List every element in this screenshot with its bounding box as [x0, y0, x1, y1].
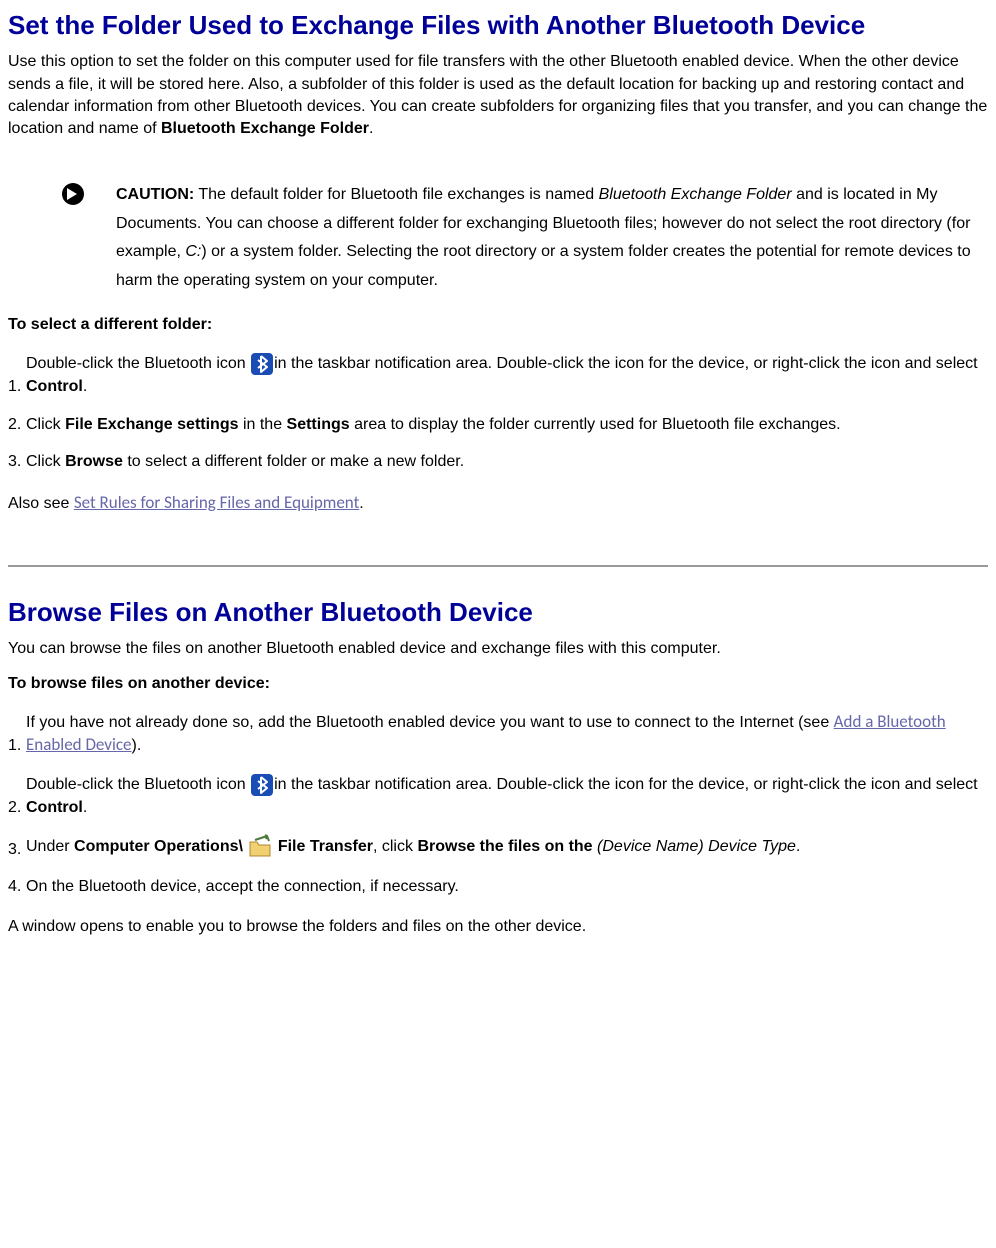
caution-label: CAUTION: [116, 186, 194, 203]
step-mid2: , click [373, 838, 417, 855]
step-row: 2. Double-click the Bluetooth icon in th… [8, 765, 988, 827]
caution-italic2: C: [185, 243, 201, 260]
intro-post: . [369, 120, 373, 137]
alsosee-pre: Also see [8, 495, 74, 512]
section2-closing: A window opens to enable you to browse t… [8, 916, 988, 938]
bluetooth-icon [250, 352, 274, 376]
intro-bold: Bluetooth Exchange Folder [161, 120, 369, 137]
step-bold1: Computer Operations\ [74, 838, 247, 855]
step-mid: in the taskbar notification area. Double… [274, 355, 977, 372]
step-bold: Control [26, 378, 83, 395]
step-num: 1. [8, 703, 26, 765]
step-post: . [796, 838, 800, 855]
step-row: 2. Click File Exchange settings in the S… [8, 406, 988, 444]
section1-alsosee: Also see Set Rules for Sharing Files and… [8, 491, 988, 515]
step-pre: Under [26, 838, 74, 855]
section1-subhead: To select a different folder: [8, 316, 988, 334]
step-bold1: Browse [65, 453, 123, 470]
step-pre: If you have not already done so, add the… [26, 714, 834, 731]
step-row: 4. On the Bluetooth device, accept the c… [8, 868, 988, 906]
step-row: 3. Click Browse to select a different fo… [8, 443, 988, 481]
step-num: 3. [8, 826, 26, 868]
section2-steps: 1. If you have not already done so, add … [8, 703, 988, 906]
section1-intro: Use this option to set the folder on thi… [8, 51, 988, 141]
step-num: 2. [8, 765, 26, 827]
step-pre: Click [26, 453, 65, 470]
alsosee-post: . [359, 495, 363, 512]
step-num: 1. [8, 344, 26, 406]
caution-block: CAUTION: The default folder for Bluetoot… [8, 181, 988, 296]
step-pre: Click [26, 416, 65, 433]
step-num: 4. [8, 868, 26, 906]
step-italic1: (Device Name) Device Type [597, 838, 796, 855]
step-mid: in the [239, 416, 287, 433]
section2-title: Browse Files on Another Bluetooth Device [8, 597, 988, 628]
caution-italic1: Bluetooth Exchange Folder [599, 186, 792, 203]
step-row: 1. Double-click the Bluetooth icon in th… [8, 344, 988, 406]
section1-steps: 1. Double-click the Bluetooth icon in th… [8, 344, 988, 481]
step-bold1: File Exchange settings [65, 416, 238, 433]
step-bold3: Browse the files on the [417, 838, 597, 855]
step-plain: On the Bluetooth device, accept the conn… [26, 878, 459, 895]
step-mid: in the taskbar notification area. Double… [274, 776, 977, 793]
bluetooth-icon [250, 773, 274, 797]
section-divider [8, 565, 988, 567]
step-pre: Double-click the Bluetooth icon [26, 776, 250, 793]
step-bold2: File Transfer [273, 838, 373, 855]
step-row: 3. Under Computer Operations\ File Trans… [8, 826, 988, 868]
step-row: 1. If you have not already done so, add … [8, 703, 988, 765]
step-num: 3. [8, 443, 26, 481]
step-post: . [83, 378, 87, 395]
step-post: . [83, 799, 87, 816]
section1-title: Set the Folder Used to Exchange Files wi… [8, 10, 988, 41]
step-bold: Control [26, 799, 83, 816]
intro-pre: Use this option to set the folder on thi… [8, 53, 987, 137]
caution-post: ) or a system folder. Selecting the root… [116, 243, 971, 289]
link-set-rules[interactable]: Set Rules for Sharing Files and Equipmen… [74, 492, 359, 513]
step-pre: Double-click the Bluetooth icon [26, 355, 250, 372]
section2-subhead: To browse files on another device: [8, 675, 988, 693]
arrow-right-circle-icon [62, 183, 84, 205]
step-bold2: Settings [287, 416, 350, 433]
step-post: to select a different folder or make a n… [123, 453, 464, 470]
step-num: 2. [8, 406, 26, 444]
caution-pre: The default folder for Bluetooth file ex… [194, 186, 598, 203]
step-post: ). [132, 737, 142, 754]
file-transfer-icon [247, 834, 273, 860]
section2-intro: You can browse the files on another Blue… [8, 638, 988, 660]
step-post: area to display the folder currently use… [350, 416, 841, 433]
